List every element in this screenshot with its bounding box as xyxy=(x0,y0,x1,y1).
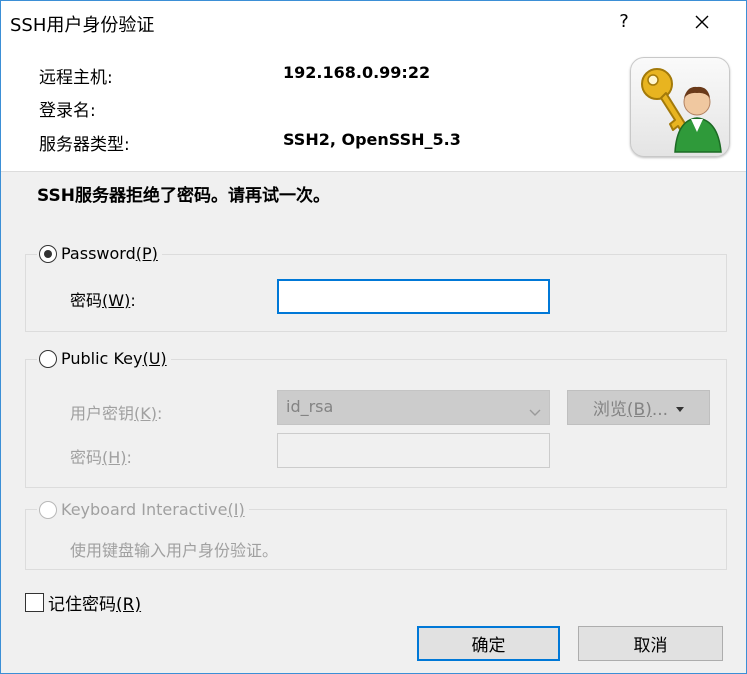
keyboard-interactive-radio[interactable] xyxy=(39,500,57,519)
remote-host-label: 远程主机: xyxy=(39,68,113,88)
error-message: SSH服务器拒绝了密码。请再试一次。 xyxy=(37,186,330,206)
key-user-icon xyxy=(630,57,730,157)
ssh-auth-dialog: SSH用户身份验证 ? 远程主机: 192.168.0.99:22 登录名: 服… xyxy=(0,0,747,674)
help-button[interactable]: ? xyxy=(612,11,636,32)
remember-password-label: 记住密码(R) xyxy=(48,595,142,615)
user-key-label: 用户密钥(K): xyxy=(70,404,163,423)
dropdown-arrow-icon xyxy=(676,398,685,418)
close-button[interactable] xyxy=(684,7,720,41)
password-label: 密码(W): xyxy=(70,291,136,310)
keyboard-interactive-radio-label: Keyboard Interactive(I) xyxy=(61,500,245,519)
public-key-radio-label: Public Key(U) xyxy=(61,349,167,368)
public-key-radio[interactable] xyxy=(39,349,57,368)
remember-password-checkbox[interactable] xyxy=(25,593,44,612)
keyboard-interactive-description: 使用键盘输入用户身份验证。 xyxy=(70,541,279,560)
password-radio[interactable] xyxy=(39,244,57,263)
server-type-label: 服务器类型: xyxy=(39,135,130,155)
password-input[interactable] xyxy=(277,279,550,314)
password-radio-option[interactable]: Password(P) xyxy=(37,244,162,263)
title-bar: SSH用户身份验证 ? xyxy=(1,1,746,47)
remember-password-checkbox-option[interactable]: 记住密码(R) xyxy=(25,590,141,615)
close-icon xyxy=(694,14,710,34)
cancel-button[interactable]: 取消 xyxy=(578,626,723,661)
keyboard-interactive-radio-option[interactable]: Keyboard Interactive(I) xyxy=(37,500,249,519)
login-name-label: 登录名: xyxy=(39,101,96,121)
user-key-value: id_rsa xyxy=(286,397,334,416)
public-key-radio-option[interactable]: Public Key(U) xyxy=(37,349,171,368)
dialog-title: SSH用户身份验证 xyxy=(10,15,155,36)
browse-label: 浏览(B)... xyxy=(592,400,669,420)
chevron-down-icon xyxy=(529,402,541,421)
ok-button[interactable]: 确定 xyxy=(417,626,560,661)
passphrase-label: 密码(H): xyxy=(70,448,132,467)
browse-button[interactable]: 浏览(B)... xyxy=(567,390,710,425)
user-key-select[interactable]: id_rsa xyxy=(277,390,550,425)
passphrase-input[interactable] xyxy=(277,433,550,468)
server-type-value: SSH2, OpenSSH_5.3 xyxy=(283,130,461,149)
remote-host-value: 192.168.0.99:22 xyxy=(283,63,431,82)
password-radio-label: Password(P) xyxy=(61,244,158,263)
